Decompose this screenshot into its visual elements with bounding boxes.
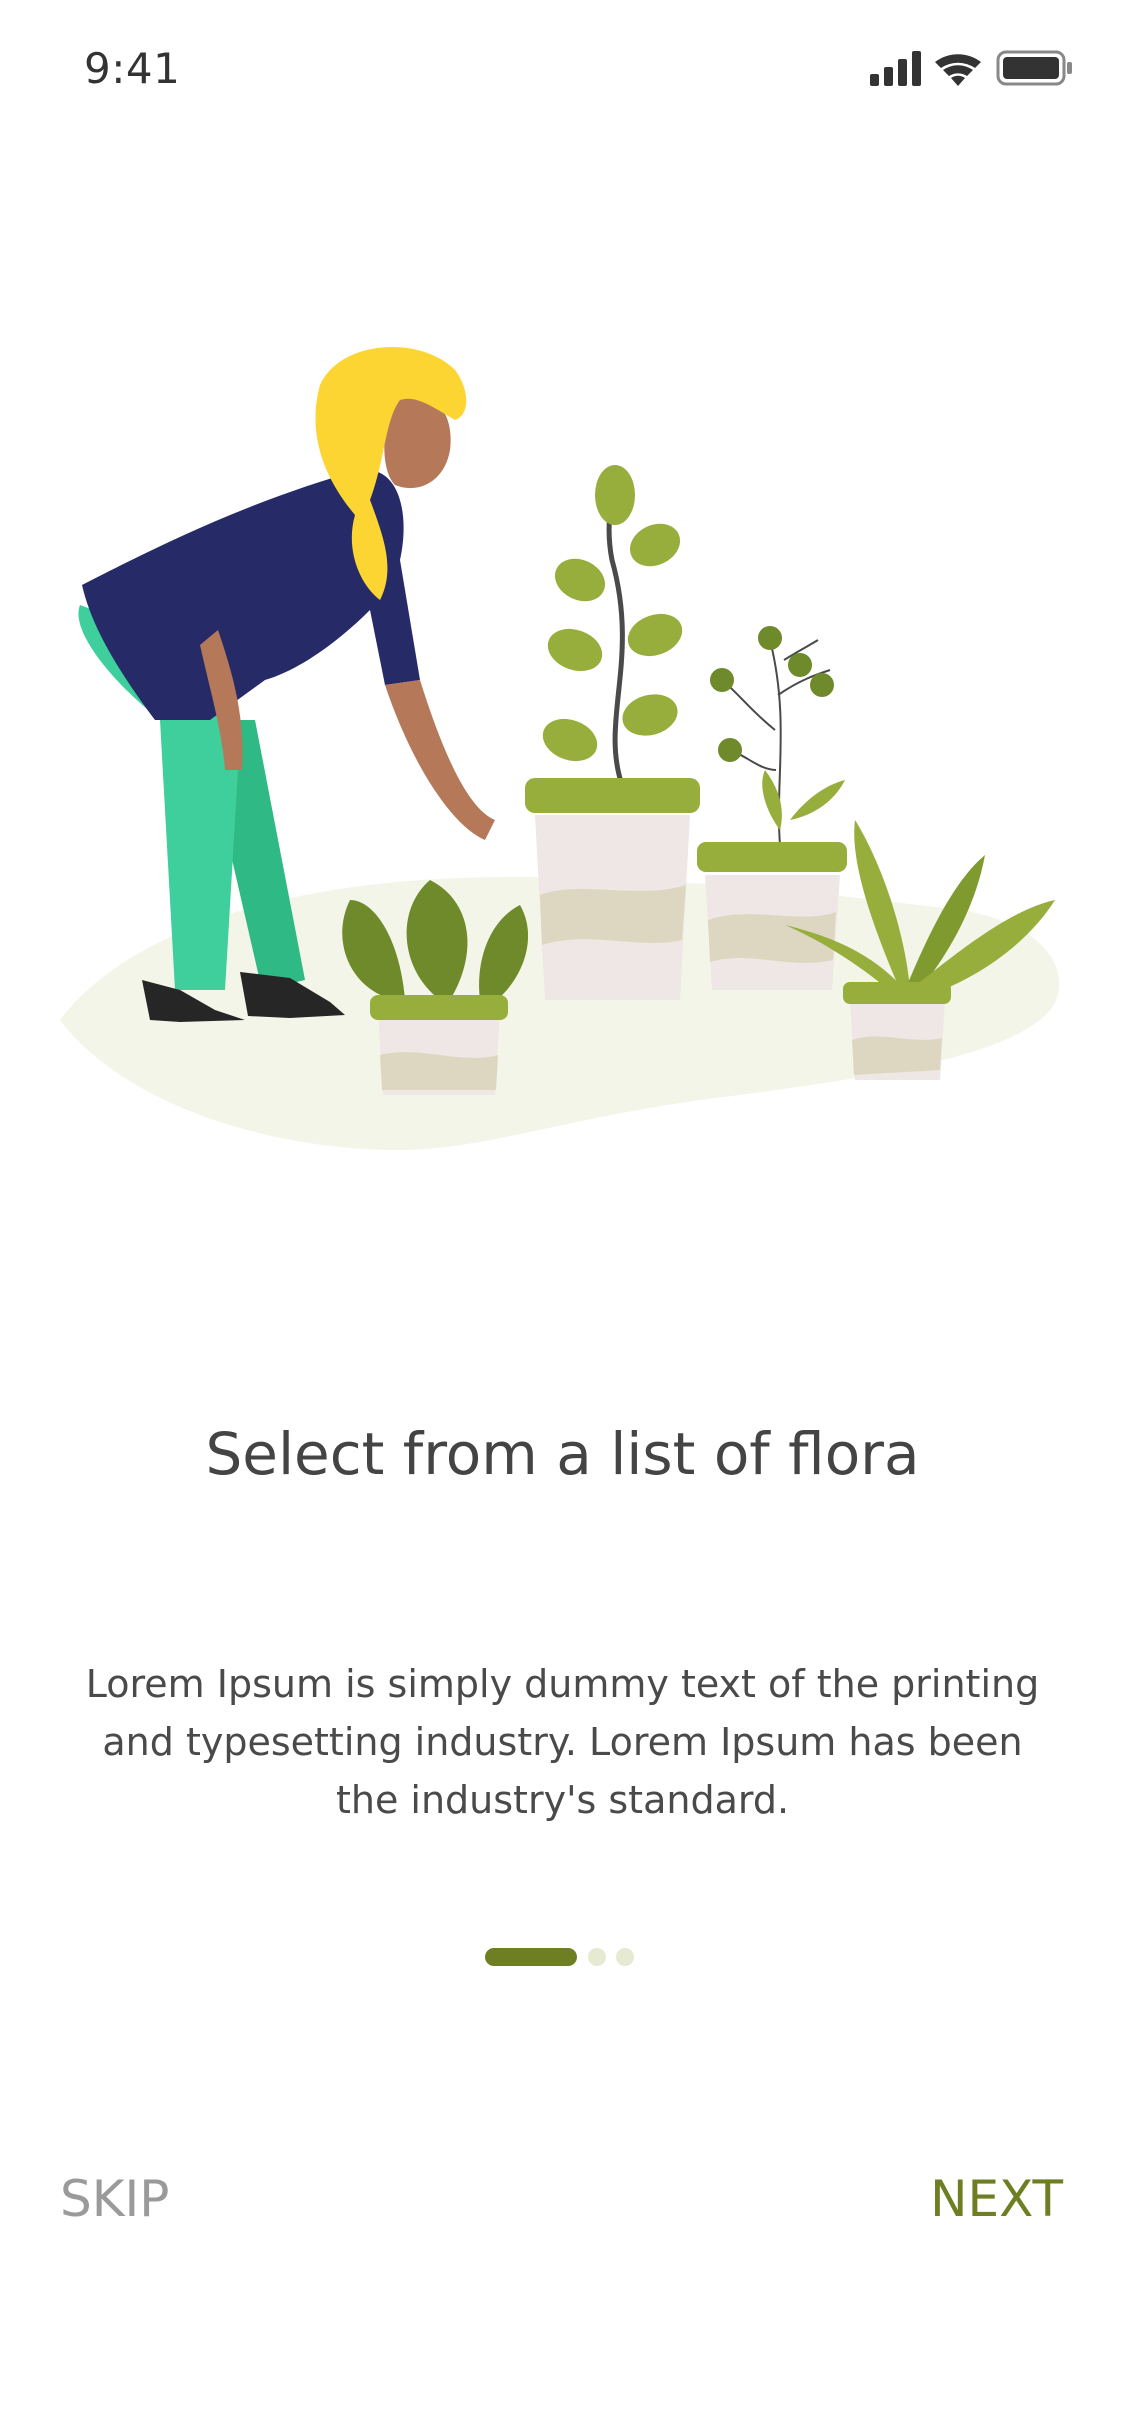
- wifi-icon: [935, 54, 981, 86]
- next-button[interactable]: NEXT: [930, 2170, 1063, 2228]
- battery-icon: [996, 50, 1072, 86]
- tall-plant-pot: [525, 465, 700, 1000]
- status-bar: 9:41: [0, 0, 1125, 140]
- onboarding-title: Select from a list of flora: [205, 1420, 920, 1488]
- berry-plant-pot: [697, 626, 847, 990]
- page-indicator: [485, 1948, 645, 1968]
- onboarding-description: Lorem Ipsum is simply dummy text of the …: [85, 1662, 1040, 1822]
- skip-button[interactable]: SKIP: [60, 2170, 169, 2228]
- page-indicator-active: [485, 1948, 577, 1966]
- page-indicator-dot[interactable]: [616, 1948, 634, 1966]
- page-indicator-dot[interactable]: [588, 1948, 606, 1966]
- status-time: 9:41: [84, 44, 181, 93]
- onboarding-illustration: [60, 347, 1060, 1150]
- status-icons: [870, 50, 1072, 86]
- cellular-signal-icon: [870, 51, 921, 86]
